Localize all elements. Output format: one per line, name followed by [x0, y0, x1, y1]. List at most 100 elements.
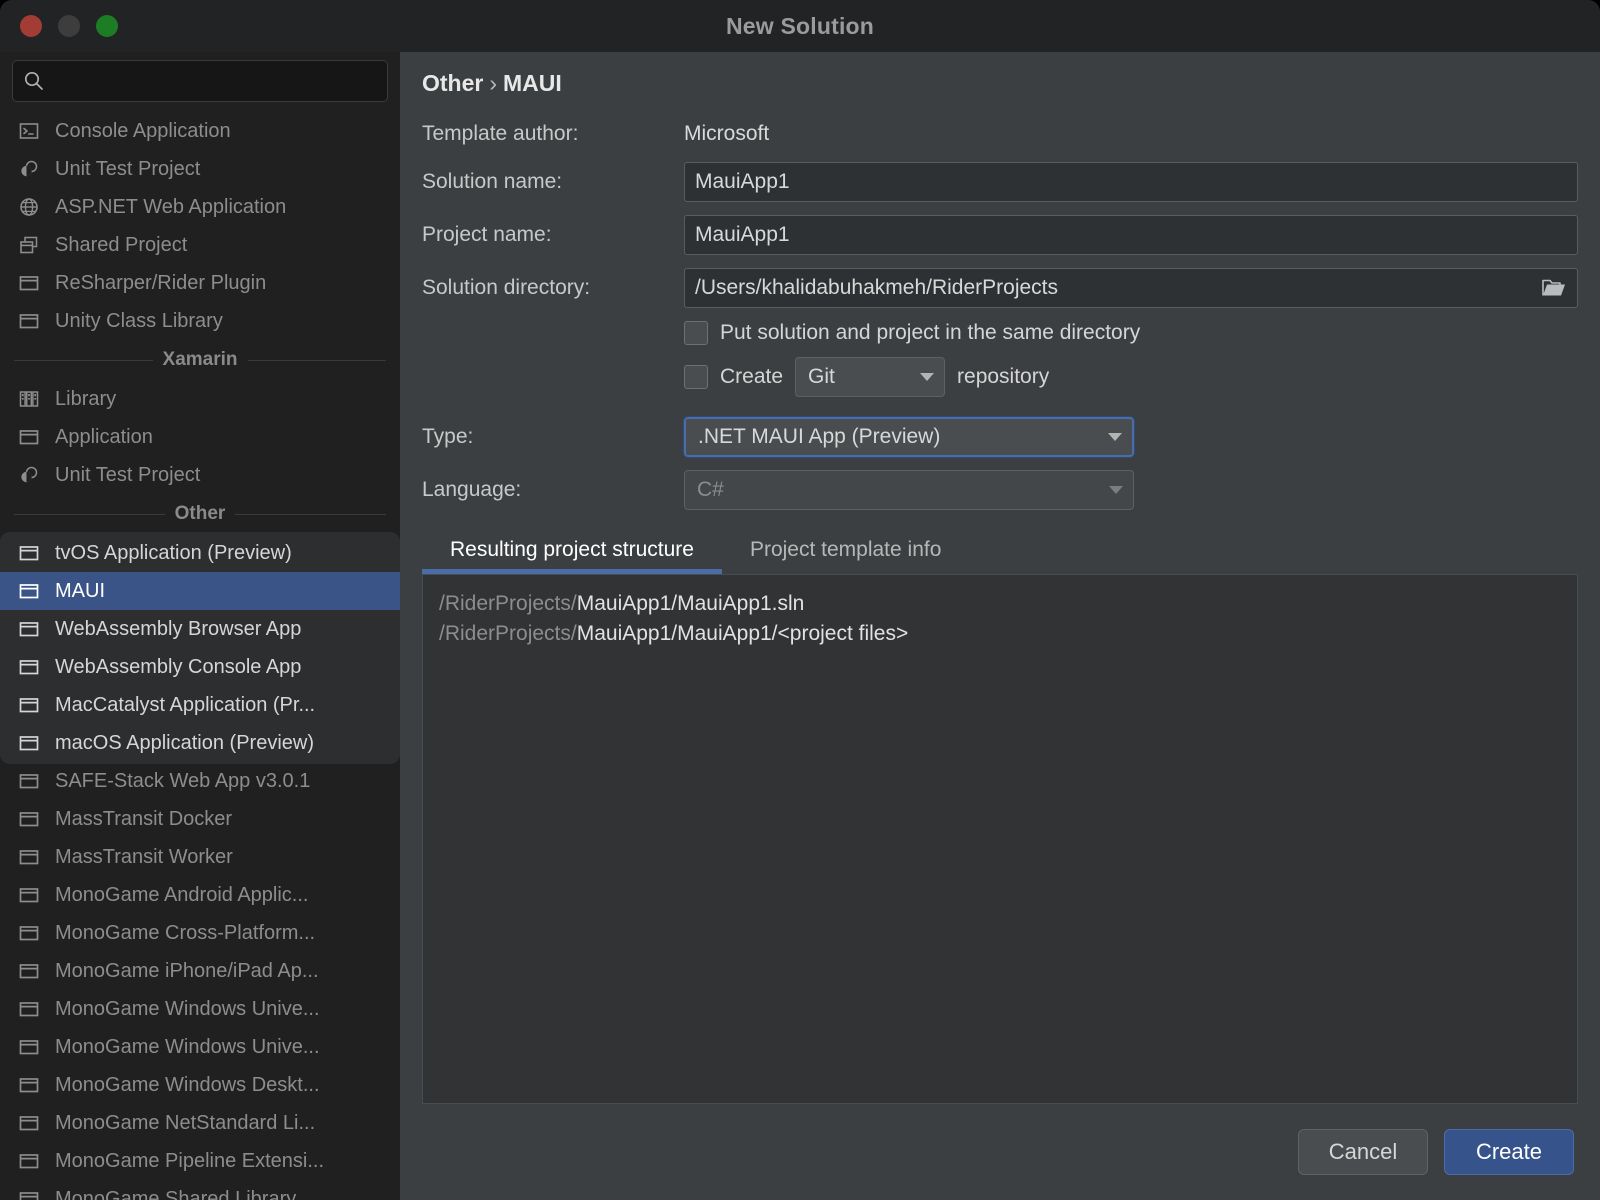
template-list-item-label: WebAssembly Console App [55, 656, 301, 679]
divider [235, 514, 386, 515]
create-button[interactable]: Create [1444, 1129, 1574, 1175]
chevron-down-icon [1109, 486, 1123, 494]
template-list-item[interactable]: MonoGame Android Applic... [0, 876, 400, 914]
resulting-project-structure-panel: /RiderProjects/MauiApp1/MauiApp1.sln/Rid… [422, 574, 1578, 1104]
dialog-body: Console Application Unit Test Project ASP.… [0, 52, 1600, 1200]
project-structure-line: /RiderProjects/MauiApp1/MauiApp1/<projec… [439, 619, 1561, 649]
template-list-item[interactable]: Unit Test Project [0, 456, 400, 494]
template-group-header: Xamarin [0, 340, 400, 380]
type-select-value: .NET MAUI App (Preview) [698, 425, 940, 449]
template-list-item[interactable]: WebAssembly Browser App [0, 610, 400, 648]
project-name-input[interactable] [695, 223, 1567, 247]
same-directory-checkbox[interactable] [684, 321, 708, 345]
template-list-item[interactable]: MonoGame iPhone/iPad Ap... [0, 952, 400, 990]
template-author-value: Microsoft [684, 122, 769, 146]
search-box[interactable] [12, 60, 388, 102]
solution-name-row: Solution name: [422, 162, 1578, 202]
create-repository-prefix-label: Create [720, 365, 783, 389]
template-list-item-label: MonoGame Shared Library [55, 1188, 296, 1200]
template-list-item[interactable]: MonoGame NetStandard Li... [0, 1104, 400, 1142]
template-list-item[interactable]: Application [0, 418, 400, 456]
template-list-item[interactable]: tvOS Application (Preview) [0, 534, 400, 572]
template-list-item[interactable]: MAUI [0, 572, 400, 610]
template-list-item[interactable]: SAFE-Stack Web App v3.0.1 [0, 762, 400, 800]
template-list-item[interactable]: Unity Class Library [0, 302, 400, 340]
window-icon [18, 542, 40, 564]
folder-icon[interactable] [1541, 277, 1567, 299]
template-list-item[interactable]: MassTransit Docker [0, 800, 400, 838]
window-icon [18, 272, 40, 294]
template-list-item[interactable]: ReSharper/Rider Plugin [0, 264, 400, 302]
template-list-item-label: ReSharper/Rider Plugin [55, 272, 266, 295]
window-icon [18, 580, 40, 602]
template-list-item[interactable]: Shared Project [0, 226, 400, 264]
solution-name-input[interactable] [695, 170, 1567, 194]
traffic-light-group [20, 15, 118, 37]
template-list-item[interactable]: MonoGame Windows Unive... [0, 1028, 400, 1066]
solution-directory-field[interactable] [684, 268, 1578, 308]
template-list-item-label: Library [55, 388, 116, 411]
solution-name-field[interactable] [684, 162, 1578, 202]
template-sidebar: Console Application Unit Test Project ASP.… [0, 52, 400, 1200]
project-name-field[interactable] [684, 215, 1578, 255]
template-list-item[interactable]: ASP.NET Web Application [0, 188, 400, 226]
zoom-button[interactable] [96, 15, 118, 37]
language-row: Language: C# [422, 470, 1578, 510]
close-button[interactable] [20, 15, 42, 37]
template-author-label: Template author: [422, 122, 684, 146]
type-row: Type: .NET MAUI App (Preview) [422, 417, 1578, 457]
title-bar: New Solution [0, 0, 1600, 52]
divider [248, 360, 387, 361]
template-list-item[interactable]: MonoGame Windows Deskt... [0, 1066, 400, 1104]
template-list-item[interactable]: Library [0, 380, 400, 418]
template-list-item[interactable]: Unit Test Project [0, 150, 400, 188]
template-list-item[interactable]: Console Application [0, 112, 400, 150]
type-select[interactable]: .NET MAUI App (Preview) [684, 417, 1134, 457]
chevron-down-icon [1108, 433, 1122, 441]
template-list-item-label: Unity Class Library [55, 310, 223, 333]
template-list-item-label: Unit Test Project [55, 158, 200, 181]
cancel-button[interactable]: Cancel [1298, 1129, 1428, 1175]
window-icon [18, 846, 40, 868]
template-list-item[interactable]: MonoGame Cross-Platform... [0, 914, 400, 952]
window-icon [18, 310, 40, 332]
solution-directory-row: Solution directory: [422, 268, 1578, 308]
same-directory-row[interactable]: Put solution and project in the same dir… [684, 321, 1578, 345]
template-list-item[interactable]: WebAssembly Console App [0, 648, 400, 686]
tab-resulting-project-structure[interactable]: Resulting project structure [422, 528, 722, 574]
template-list-item-label: MonoGame Windows Deskt... [55, 1074, 320, 1097]
template-list-item[interactable]: MacCatalyst Application (Pr... [0, 686, 400, 724]
chevron-down-icon [920, 373, 934, 381]
language-label: Language: [422, 478, 684, 502]
template-list-item-label: Console Application [55, 120, 231, 143]
template-list-item-label: macOS Application (Preview) [55, 732, 314, 755]
window-icon [18, 618, 40, 640]
window-icon [18, 694, 40, 716]
create-repository-row[interactable]: Create Git repository [684, 357, 1578, 397]
search-input[interactable] [53, 71, 377, 91]
template-list-item-label: Shared Project [55, 234, 187, 257]
globe-icon [18, 196, 40, 218]
minimize-button[interactable] [58, 15, 80, 37]
search-icon [23, 70, 45, 92]
vcs-select[interactable]: Git [795, 357, 945, 397]
solution-directory-label: Solution directory: [422, 276, 684, 300]
template-list-item[interactable]: MonoGame Pipeline Extensi... [0, 1142, 400, 1180]
template-details-panel: Other›MAUI Template author: Microsoft So… [400, 52, 1600, 1200]
divider [14, 360, 153, 361]
breadcrumb-separator: › [489, 70, 497, 96]
create-repository-checkbox[interactable] [684, 365, 708, 389]
window-icon [18, 1112, 40, 1134]
template-group-label: Xamarin [163, 349, 238, 371]
template-list-item[interactable]: MassTransit Worker [0, 838, 400, 876]
type-label: Type: [422, 425, 684, 449]
template-list-item[interactable]: MonoGame Shared Library [0, 1180, 400, 1200]
template-list-item[interactable]: macOS Application (Preview) [0, 724, 400, 762]
breadcrumb-parent[interactable]: Other [422, 70, 483, 96]
template-list-item-label: MAUI [55, 580, 105, 603]
template-list-item[interactable]: MonoGame Windows Unive... [0, 990, 400, 1028]
template-list-item-label: MonoGame NetStandard Li... [55, 1112, 315, 1135]
project-name-label: Project name: [422, 223, 684, 247]
solution-directory-input[interactable] [695, 276, 1541, 300]
tab-project-template-info[interactable]: Project template info [722, 528, 969, 574]
